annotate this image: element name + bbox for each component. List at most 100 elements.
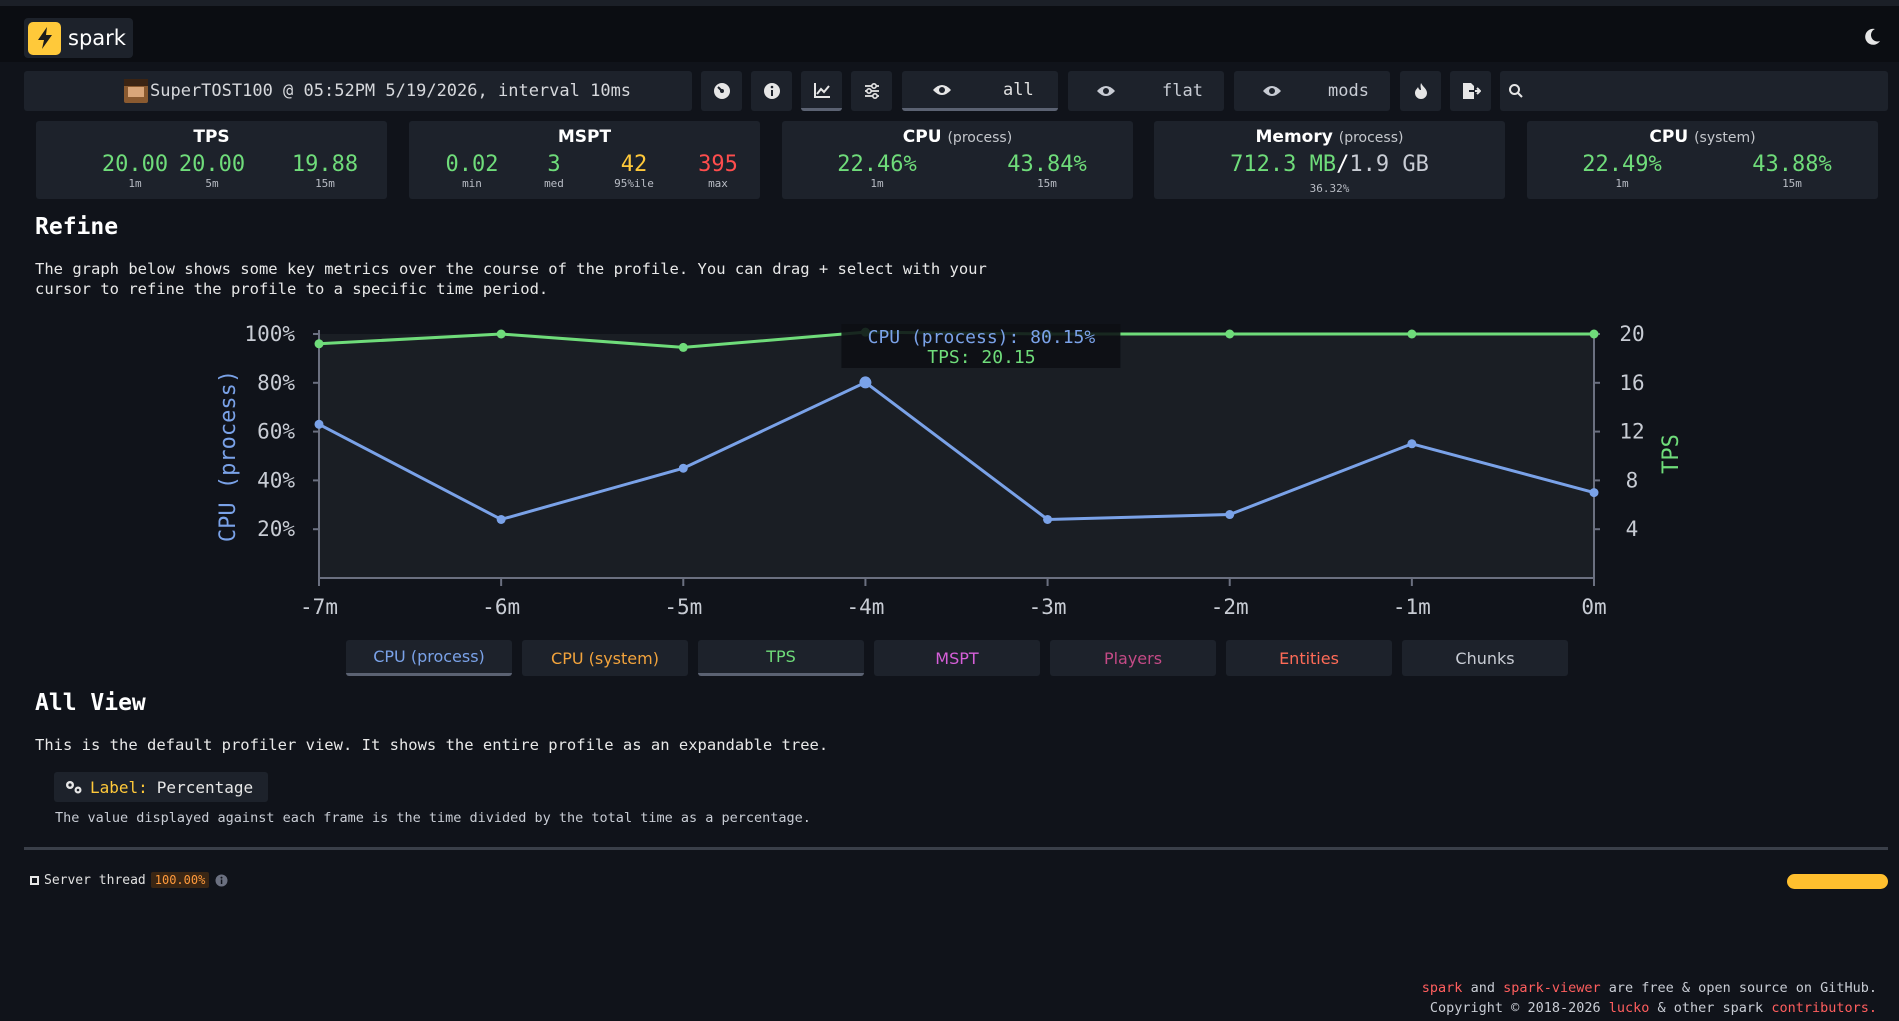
y-tick-label-right: 16 xyxy=(1619,371,1644,395)
thread-usage-bar xyxy=(1787,874,1888,889)
x-tick-label: -2m xyxy=(1211,595,1249,619)
data-point xyxy=(1589,488,1599,498)
lucko-link[interactable]: lucko xyxy=(1609,1000,1650,1016)
data-point xyxy=(1589,329,1599,339)
spark-logo[interactable]: spark xyxy=(24,18,133,58)
widgets-button[interactable] xyxy=(701,71,742,111)
stat-memory[interactable]: Memory (process) 712.3 MB/1.9 GB 36.32% xyxy=(1154,121,1505,199)
tooltip-line-cpu: CPU (process): 80.15% xyxy=(868,327,1096,348)
mode-all-label: all xyxy=(1003,79,1034,100)
x-tick-label: -5m xyxy=(664,595,702,619)
thread-percentage: 100.00% xyxy=(150,872,210,888)
fire-icon xyxy=(1414,83,1427,99)
legend-toggle-tps[interactable]: TPS xyxy=(698,640,864,676)
info-button[interactable] xyxy=(751,71,792,111)
player-avatar xyxy=(124,79,148,103)
info-icon xyxy=(763,83,780,99)
all-view-description: This is the default profiler view. It sh… xyxy=(35,736,829,754)
contributors-link[interactable]: contributors. xyxy=(1771,1000,1877,1016)
settings-button[interactable] xyxy=(851,71,892,111)
gauge-icon xyxy=(713,83,730,99)
stat-tps[interactable]: TPS 20.00 1m 20.00 5m 19.88 15m xyxy=(36,121,387,199)
tree-node-server-thread[interactable]: Server thread 100.00% xyxy=(30,872,228,888)
mode-all[interactable]: all xyxy=(902,71,1058,111)
data-point xyxy=(1407,329,1417,339)
file-export-icon xyxy=(1462,83,1481,99)
profile-metadata[interactable]: SuperTOST100 @ 05:52PM 5/19/2026, interv… xyxy=(24,71,692,111)
info-icon[interactable] xyxy=(215,874,228,887)
toolbar: SuperTOST100 @ 05:52PM 5/19/2026, interv… xyxy=(0,71,1899,111)
x-tick-label: -4m xyxy=(846,595,884,619)
refine-heading: Refine xyxy=(35,214,119,240)
y-tick-label-right: 20 xyxy=(1619,322,1644,346)
metadata-text: SuperTOST100 @ 05:52PM 5/19/2026, interv… xyxy=(150,81,632,101)
stat-title: CPU (process) xyxy=(902,127,1013,147)
thread-name: Server thread xyxy=(44,872,146,888)
all-view-heading: All View xyxy=(35,690,146,716)
data-point xyxy=(314,339,324,349)
stat-mspt[interactable]: MSPT 0.02 min 3 med 42 95%ile 395 max xyxy=(409,121,760,199)
stat-title: Memory (process) xyxy=(1255,127,1404,147)
y-axis-label-right: TPS xyxy=(1659,434,1684,474)
stat-title: MSPT xyxy=(557,127,612,147)
legend-toggle-mspt[interactable]: MSPT xyxy=(874,640,1040,676)
legend-toggle-players[interactable]: Players xyxy=(1050,640,1216,676)
legend-toggle-cpu-system[interactable]: CPU (system) xyxy=(522,640,688,676)
data-point xyxy=(496,329,506,339)
graph-button[interactable] xyxy=(801,71,842,111)
theme-toggle-moon-icon[interactable] xyxy=(1861,26,1883,48)
top-bar: spark xyxy=(0,0,1899,62)
search-icon xyxy=(1509,84,1523,98)
label-value: Percentage xyxy=(156,777,254,797)
mode-mods[interactable]: mods xyxy=(1234,71,1390,111)
mode-mods-label: mods xyxy=(1328,81,1369,101)
x-tick-label: -1m xyxy=(1393,595,1431,619)
stats-row: TPS 20.00 1m 20.00 5m 19.88 15m MSPT 0.02 mi… xyxy=(0,121,1899,199)
legend-toggle-cpu-process[interactable]: CPU (process) xyxy=(346,640,512,676)
plot-area xyxy=(319,334,1594,578)
label-mode-chip[interactable]: Label: Percentage xyxy=(54,772,268,802)
refine-description: The graph below shows some key metrics o… xyxy=(35,260,987,298)
stat-cpu-system[interactable]: CPU (system) 22.49% 1m 43.88% 15m xyxy=(1527,121,1878,199)
label-note: The value displayed against each frame i… xyxy=(55,810,811,826)
flame-graph-button[interactable] xyxy=(1400,71,1441,111)
data-point xyxy=(496,514,506,524)
x-tick-label: 0m xyxy=(1581,595,1606,619)
data-point xyxy=(314,419,324,429)
data-point xyxy=(1043,514,1053,524)
chart-line-icon xyxy=(813,82,830,98)
data-point xyxy=(678,463,688,473)
footer: spark and spark-viewer are free & open s… xyxy=(1421,980,1877,1016)
label-key: Label: xyxy=(90,777,148,797)
stat-title: CPU (system) xyxy=(1649,127,1756,147)
y-tick-label-left: 100% xyxy=(244,322,295,346)
legend-toggle-entities[interactable]: Entities xyxy=(1226,640,1392,676)
data-point xyxy=(1225,329,1235,339)
stat-title: TPS xyxy=(193,127,230,147)
y-tick-label-left: 80% xyxy=(257,371,295,395)
eye-icon xyxy=(933,84,951,95)
y-axis-label-left: CPU (process) xyxy=(216,370,241,542)
metrics-chart[interactable]: 20% 40% 60% 80% 100% 4 8 12 16 20 -7m -6m -5m -4m -3m -… xyxy=(0,310,1899,630)
y-tick-label-right: 12 xyxy=(1619,420,1644,444)
x-tick-label: -3m xyxy=(1029,595,1067,619)
divider xyxy=(24,847,1888,850)
y-tick-label-left: 60% xyxy=(257,420,295,444)
spark-viewer-link[interactable]: spark-viewer xyxy=(1503,980,1601,996)
y-tick-label-left: 20% xyxy=(257,517,295,541)
expand-toggle-icon[interactable] xyxy=(30,875,39,885)
stat-cpu-process[interactable]: CPU (process) 22.46% 1m 43.84% 15m xyxy=(782,121,1133,199)
search-input[interactable] xyxy=(1500,71,1888,111)
spark-link[interactable]: spark xyxy=(1422,980,1463,996)
y-tick-label-right: 4 xyxy=(1626,517,1639,541)
x-tick-label: -7m xyxy=(300,595,338,619)
mode-flat-label: flat xyxy=(1162,81,1203,101)
y-tick-label-right: 8 xyxy=(1626,468,1639,492)
tooltip-line-tps: TPS: 20.15 xyxy=(927,347,1035,368)
data-point xyxy=(1225,510,1235,520)
gears-icon xyxy=(66,781,82,794)
data-point xyxy=(678,342,688,352)
legend-toggle-chunks[interactable]: Chunks xyxy=(1402,640,1568,676)
mode-flat[interactable]: flat xyxy=(1068,71,1224,111)
export-button[interactable] xyxy=(1450,71,1491,111)
